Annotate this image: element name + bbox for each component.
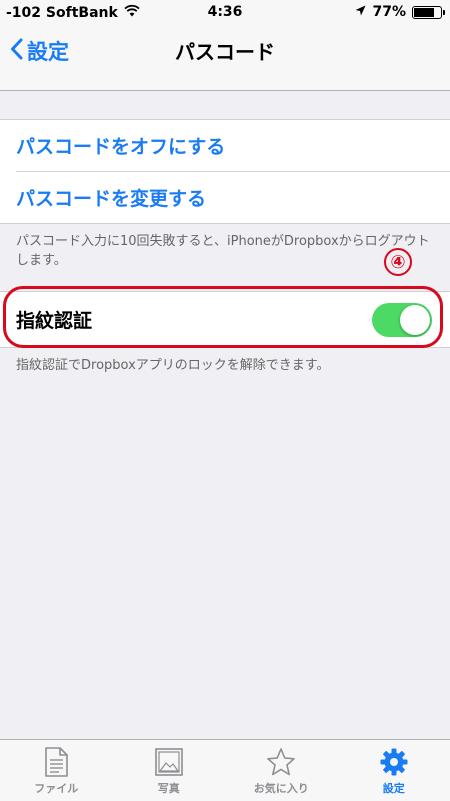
annotation-highlight-ring: [3, 286, 443, 348]
passcode-footer-note: パスコード入力に10回失敗すると、iPhoneがDropboxからログアウトしま…: [16, 232, 434, 270]
tab-photos[interactable]: 写真: [113, 740, 226, 801]
top-bar: -102 SoftBank 4:36 77%: [0, 0, 450, 91]
tab-settings[interactable]: 設定: [338, 740, 450, 801]
tab-files[interactable]: ファイル: [0, 740, 113, 801]
tab-settings-label: 設定: [383, 780, 405, 796]
change-passcode-button[interactable]: パスコードを変更する: [0, 172, 450, 223]
battery-icon: [412, 6, 442, 19]
passcode-options-group: パスコードをオフにする パスコードを変更する: [0, 119, 450, 224]
photo-icon: [154, 747, 184, 777]
battery-percent: 77%: [372, 4, 406, 20]
fingerprint-footer-note: 指紋認証でDropboxアプリのロックを解除できます。: [16, 356, 434, 375]
tab-favorites[interactable]: お気に入り: [225, 740, 338, 801]
battery-level-fill: [414, 8, 434, 17]
location-arrow-icon: [355, 4, 366, 20]
tab-favorites-label: お気に入り: [254, 780, 309, 796]
tab-photos-label: 写真: [158, 780, 180, 796]
turn-off-passcode-button[interactable]: パスコードをオフにする: [0, 120, 450, 171]
tab-files-label: ファイル: [34, 780, 78, 796]
tab-bar: ファイル 写真 お気に入り: [0, 739, 450, 801]
file-icon: [43, 747, 69, 777]
gear-icon: [379, 747, 409, 777]
page-title: パスコード: [0, 36, 450, 65]
annotation-step-number: ④: [384, 248, 412, 276]
status-bar: -102 SoftBank 4:36 77%: [0, 0, 450, 26]
star-icon: [266, 747, 296, 777]
status-right: 77%: [355, 4, 442, 20]
navigation-bar: 設定 パスコード: [0, 26, 450, 90]
